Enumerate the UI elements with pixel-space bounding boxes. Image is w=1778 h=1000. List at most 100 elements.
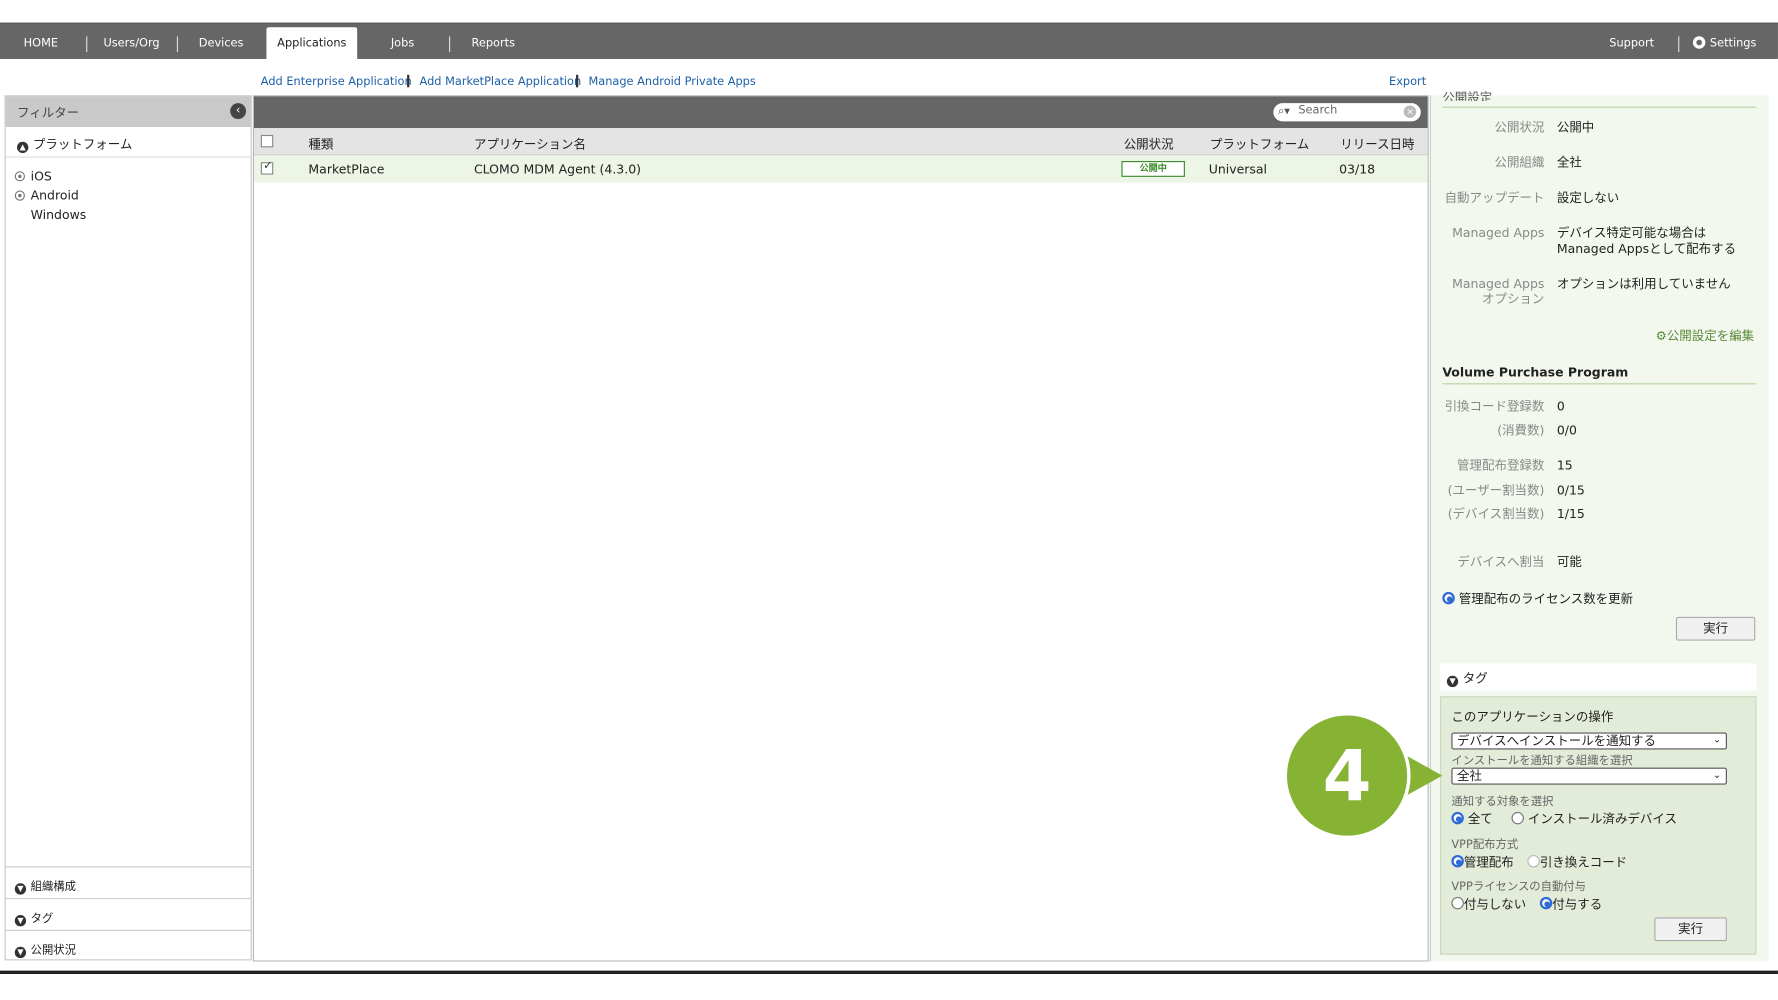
collapse-left-icon[interactable]: ‹ (230, 103, 247, 120)
platform-ios-label: iOS (30, 168, 52, 184)
publish-org-value: 全社 (1556, 155, 1582, 171)
filter-section-tag[interactable]: ▼ タグ (5, 898, 251, 930)
auto-update-value: 設定しない (1556, 190, 1620, 206)
radio-icon (14, 190, 25, 201)
org-select-value: 全社 (1457, 768, 1483, 784)
managed-apps-value-2: Managed Appsとして配布する (1556, 241, 1737, 257)
radio-selected-icon (1539, 896, 1553, 910)
chevron-down-icon: ▼ (14, 915, 27, 927)
user-assign-label: (ユーザー割当数) (1447, 483, 1545, 498)
filter-section-platform[interactable]: ▲ プラットフォーム (5, 127, 251, 158)
platform-android[interactable]: Android (14, 188, 79, 203)
tab-jobs[interactable]: Jobs (374, 24, 431, 60)
nav-separator (86, 36, 88, 53)
tab-users-org[interactable]: Users/Org (95, 24, 168, 60)
auto-update-label: 自動アップデート (1444, 190, 1545, 206)
action-select[interactable]: デバイスへインストールを通知する ⌄ (1451, 732, 1727, 750)
vpp-run-button[interactable]: 実行 (1675, 616, 1756, 641)
table-toolbar: ⌕▾ Search × (253, 96, 1428, 129)
platform-section-label: プラットフォーム (32, 137, 133, 152)
chevron-down-icon: ⌄ (1712, 769, 1722, 782)
row-checkbox[interactable] (260, 160, 274, 175)
chevron-down-icon: ▼ (14, 883, 27, 895)
row-release: 03/18 (1339, 162, 1376, 177)
filter-section-org[interactable]: ▼ 組織構成 (5, 866, 251, 898)
auto-no-label: 付与しない (1463, 896, 1527, 912)
tag-section-header[interactable]: ▼ タグ (1440, 663, 1757, 691)
publish-org-label: 公開組織 (1494, 155, 1545, 171)
org-select[interactable]: 全社 ⌄ (1451, 767, 1727, 785)
publish-settings-header: 公開設定 (1442, 90, 1493, 101)
search-icon: ⌕▾ (1277, 105, 1290, 118)
update-license-option[interactable]: 管理配布のライセンス数を更新 (1442, 590, 1633, 608)
filter-header: フィルター ‹ (5, 96, 251, 127)
vpp-method-label: VPP配布方式 (1451, 839, 1519, 852)
device-allow-value: 可能 (1556, 554, 1582, 570)
column-release[interactable]: リリース日時 (1340, 135, 1414, 153)
edit-publish-link[interactable]: ⚙公開設定を編集 (1656, 327, 1755, 345)
auto-yes-radio[interactable]: 付与する (1539, 895, 1603, 913)
table-row[interactable]: MarketPlace CLOMO MDM Agent (4.3.0) 公開中 … (253, 155, 1428, 183)
device-assign-label: (デバイス割当数) (1447, 506, 1545, 522)
code-count-label: 引換コード登録数 (1444, 399, 1545, 414)
column-status[interactable]: 公開状況 (1124, 135, 1174, 153)
org-section-label: 組織構成 (30, 881, 76, 894)
gear-icon (1692, 36, 1706, 49)
column-name[interactable]: アプリケーション名 (474, 135, 586, 153)
filter-section-status[interactable]: ▼ 公開状況 (5, 929, 251, 962)
user-assign-value: 0/15 (1556, 483, 1585, 498)
managed-apps-label: Managed Apps (1452, 225, 1545, 241)
radio-icon (1511, 811, 1524, 825)
add-enterprise-link[interactable]: Add Enterprise Application (261, 76, 412, 88)
vpp-managed-radio[interactable]: 管理配布 (1451, 853, 1514, 871)
select-all-checkbox[interactable] (260, 134, 274, 148)
auto-no-radio[interactable]: 付与しない (1451, 895, 1526, 913)
search-input[interactable]: ⌕▾ Search × (1273, 103, 1421, 122)
managed-apps-option-value: オプションは利用していません (1556, 276, 1731, 292)
step-callout-badge: 4 (1283, 712, 1411, 840)
manage-android-link[interactable]: Manage Android Private Apps (588, 76, 755, 88)
vpp-managed-label: 管理配布 (1463, 854, 1514, 870)
consumed-label: (消費数) (1497, 422, 1545, 438)
row-platform: Universal (1208, 162, 1268, 177)
divider (1442, 106, 1757, 108)
vpp-code-label: 引き換えコード (1539, 854, 1628, 870)
export-link[interactable]: Export (1389, 76, 1426, 88)
auto-yes-label: 付与する (1552, 896, 1603, 912)
vpp-title: Volume Purchase Program (1442, 365, 1629, 380)
clear-icon[interactable]: × (1403, 105, 1417, 118)
app-operations-panel: このアプリケーションの操作 デバイスへインストールを通知する ⌄ インストールを通… (1440, 696, 1757, 955)
code-count-value: 0 (1556, 399, 1565, 414)
column-type[interactable]: 種類 (308, 135, 333, 153)
chevron-down-icon: ⌄ (1712, 734, 1722, 747)
settings-label: Settings (1709, 37, 1757, 50)
support-link[interactable]: Support (1601, 24, 1662, 60)
tab-devices[interactable]: Devices (188, 24, 254, 60)
column-platform[interactable]: プラットフォーム (1210, 135, 1309, 153)
table-header: 種類 アプリケーション名 公開状況 プラットフォーム リリース日時 (253, 128, 1428, 156)
vpp-code-radio[interactable]: 引き換えコード (1527, 853, 1627, 871)
tab-home[interactable]: HOME (11, 24, 70, 60)
add-marketplace-link[interactable]: Add MarketPlace Application (420, 76, 582, 88)
settings-link[interactable]: Settings (1687, 24, 1762, 60)
nav-separator (176, 36, 179, 53)
nav-separator (1678, 36, 1680, 53)
nav-separator (449, 36, 451, 53)
platform-ios[interactable]: iOS (14, 168, 52, 184)
operations-run-button[interactable]: 実行 (1654, 917, 1727, 942)
tab-reports[interactable]: Reports (460, 24, 526, 60)
chevron-down-icon: ▼ (14, 946, 27, 959)
radio-icon (14, 171, 25, 182)
target-installed-radio[interactable]: インストール済みデバイス (1511, 810, 1677, 828)
target-label: 通知する対象を選択 (1451, 795, 1554, 809)
radio-selected-icon (1442, 591, 1455, 605)
tab-applications[interactable]: Applications (266, 27, 358, 62)
platform-windows[interactable]: Windows (31, 208, 87, 223)
link-separator (407, 74, 410, 88)
target-all-label: 全て (1467, 811, 1493, 827)
device-allow-label: デバイスへ割当 (1457, 554, 1545, 570)
tag-section-title: タグ (1462, 671, 1488, 687)
managed-apps-value-1: デバイス特定可能な場合は (1556, 225, 1707, 241)
target-all-radio[interactable]: 全て (1451, 810, 1493, 828)
detail-panel: 公開設定 公開状況 公開中 公開組織 全社 自動アップデート 設定しない Man… (1429, 91, 1769, 962)
